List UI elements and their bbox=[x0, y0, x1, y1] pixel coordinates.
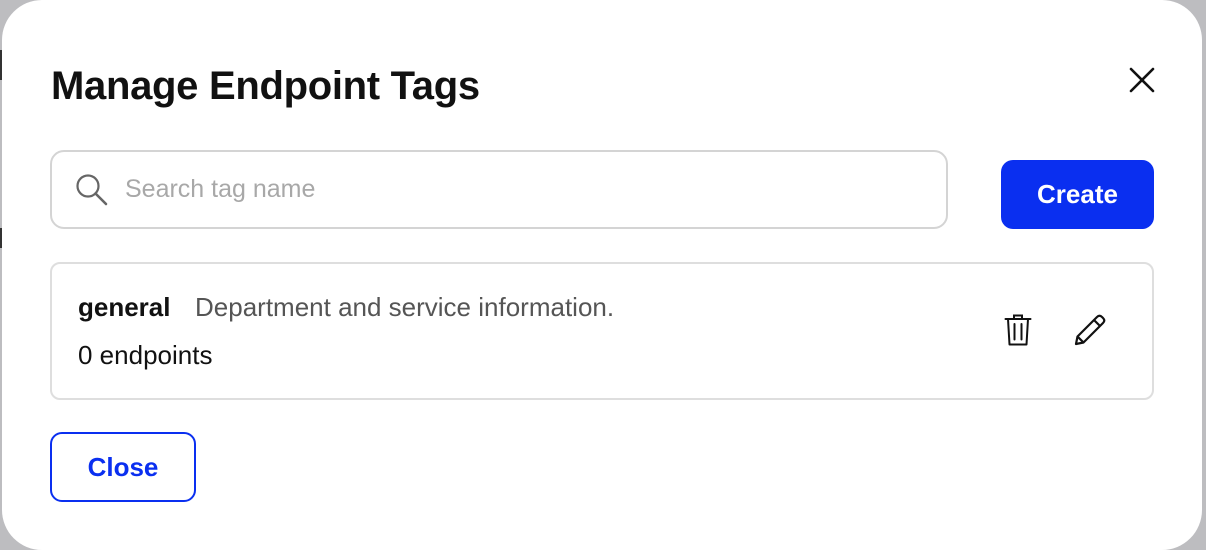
tag-list-item: general Department and service informati… bbox=[50, 262, 1154, 400]
close-button[interactable]: Close bbox=[50, 432, 196, 502]
close-icon[interactable] bbox=[1124, 62, 1160, 98]
search-field[interactable] bbox=[50, 150, 948, 229]
create-button[interactable]: Create bbox=[1001, 160, 1154, 229]
search-input[interactable] bbox=[123, 174, 887, 205]
dialog-title: Manage Endpoint Tags bbox=[51, 64, 480, 108]
search-icon bbox=[72, 170, 112, 210]
pencil-icon[interactable] bbox=[1070, 310, 1110, 350]
tag-description: Department and service information. bbox=[195, 292, 615, 322]
manage-tags-dialog: Manage Endpoint Tags Create general Depa… bbox=[2, 0, 1202, 550]
tag-name: general bbox=[78, 292, 171, 322]
tag-endpoint-count: 0 endpoints bbox=[78, 340, 213, 370]
trash-icon[interactable] bbox=[998, 310, 1038, 350]
